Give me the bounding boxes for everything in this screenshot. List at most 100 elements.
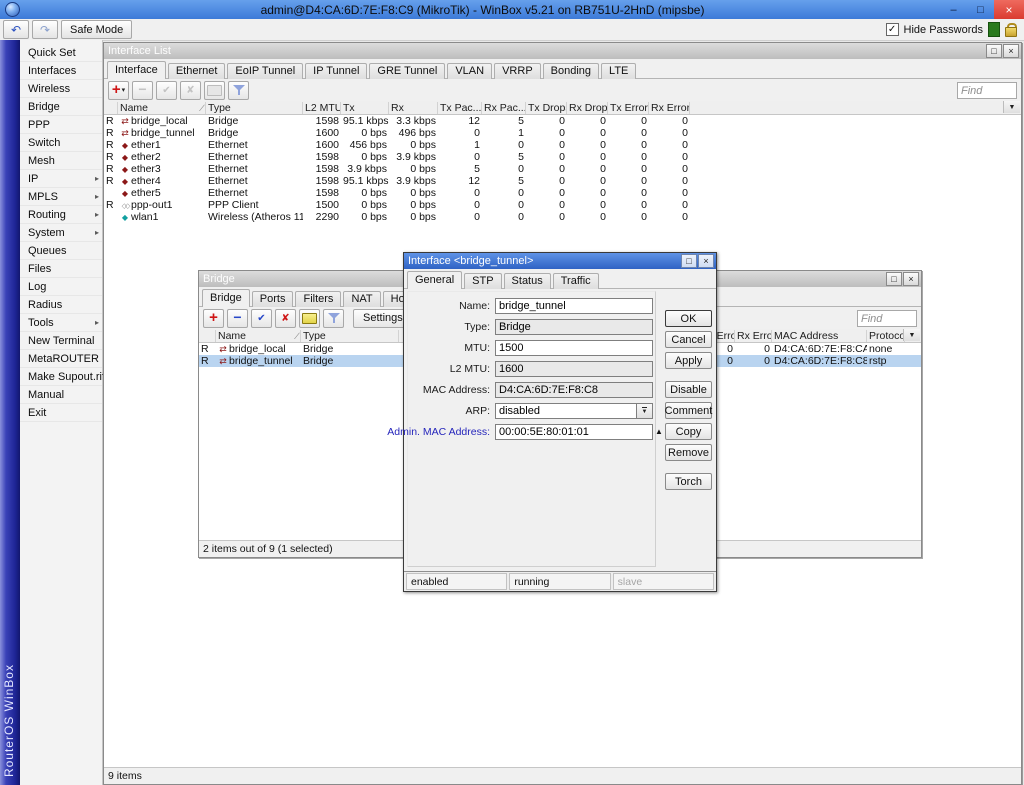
field-input[interactable]: [496, 299, 636, 313]
sidebar-item-make-supout[interactable]: Make Supout.rif: [20, 368, 102, 386]
filter-button[interactable]: [323, 309, 344, 328]
table-row[interactable]: wlan1 Wireless (Atheros 11N) 2290 0 bps …: [104, 211, 1021, 223]
column-flag[interactable]: [199, 330, 216, 342]
comment-button[interactable]: Comment: [665, 402, 712, 419]
column-rx-drops[interactable]: Rx Drops: [567, 102, 608, 114]
find-input[interactable]: [857, 310, 917, 327]
filter-button[interactable]: [228, 81, 249, 100]
table-row[interactable]: R ether1 Ethernet 1600 456 bps 0 bps 1 0…: [104, 139, 1021, 151]
sidebar-item-new-terminal[interactable]: New Terminal: [20, 332, 102, 350]
disable-button[interactable]: [180, 81, 201, 100]
sidebar-item-files[interactable]: Files: [20, 260, 102, 278]
enable-button[interactable]: [251, 309, 272, 328]
tab-bonding[interactable]: Bonding: [543, 63, 599, 79]
restore-icon[interactable]: □: [681, 254, 697, 268]
table-row[interactable]: ether5 Ethernet 1598 0 bps 0 bps 0 0 0 0…: [104, 187, 1021, 199]
collapse-up-arrow-icon[interactable]: [653, 427, 665, 436]
add-button[interactable]: [203, 309, 224, 328]
tab-vrrp[interactable]: VRRP: [494, 63, 541, 79]
tab-ip-tunnel[interactable]: IP Tunnel: [305, 63, 367, 79]
column-name[interactable]: Name: [216, 330, 301, 342]
cancel-button[interactable]: Cancel: [665, 331, 712, 348]
column-name[interactable]: Name: [118, 102, 206, 114]
tab-lte[interactable]: LTE: [601, 63, 636, 79]
sidebar-item-mesh[interactable]: Mesh: [20, 152, 102, 170]
field-input[interactable]: [496, 341, 636, 355]
sidebar-item-radius[interactable]: Radius: [20, 296, 102, 314]
tab-filters[interactable]: Filters: [295, 291, 341, 307]
comment-button[interactable]: [204, 81, 225, 100]
sidebar-item-ppp[interactable]: PPP: [20, 116, 102, 134]
sidebar-item-ip[interactable]: IP: [20, 170, 102, 188]
add-button[interactable]: [108, 81, 129, 100]
tab-stp[interactable]: STP: [464, 273, 501, 289]
tab-nat[interactable]: NAT: [343, 291, 380, 307]
tab-eoip-tunnel[interactable]: EoIP Tunnel: [227, 63, 303, 79]
sidebar-item-interfaces[interactable]: Interfaces: [20, 62, 102, 80]
close-icon[interactable]: ×: [1003, 44, 1019, 58]
close-icon[interactable]: ×: [903, 272, 919, 286]
column-mac-address[interactable]: MAC Address: [772, 330, 867, 342]
tab-ports[interactable]: Ports: [252, 291, 294, 307]
redo-button[interactable]: ↷: [32, 20, 58, 39]
column-tx-errors[interactable]: Tx Errors: [608, 102, 649, 114]
sidebar-item-bridge[interactable]: Bridge: [20, 98, 102, 116]
find-input[interactable]: [957, 82, 1017, 99]
close-icon[interactable]: ×: [994, 0, 1024, 19]
hide-passwords-checkbox[interactable]: [886, 23, 899, 36]
table-row[interactable]: R bridge_tunnel Bridge 1600 0 bps 496 bp…: [104, 127, 1021, 139]
column-l2mtu[interactable]: L2 MTU: [303, 102, 341, 114]
tab-bridge[interactable]: Bridge: [202, 289, 250, 307]
column-protocol[interactable]: Protoco...: [867, 330, 905, 342]
table-row[interactable]: R ether4 Ethernet 1598 95.1 kbps 3.9 kbp…: [104, 175, 1021, 187]
table-row[interactable]: R ether3 Ethernet 1598 3.9 kbps 0 bps 5 …: [104, 163, 1021, 175]
remove-button[interactable]: [132, 81, 153, 100]
main-titlebar[interactable]: admin@D4:CA:6D:7E:F8:C9 (MikroTik) - Win…: [0, 0, 1024, 19]
apply-button[interactable]: Apply: [665, 352, 712, 369]
field-input[interactable]: [496, 320, 636, 334]
column-type[interactable]: Type: [206, 102, 303, 114]
restore-icon[interactable]: □: [886, 272, 902, 286]
sidebar-item-system[interactable]: System: [20, 224, 102, 242]
field-input[interactable]: [496, 383, 636, 397]
comment-button[interactable]: [299, 309, 320, 328]
sidebar-item-exit[interactable]: Exit: [20, 404, 102, 422]
tab-traffic[interactable]: Traffic: [553, 273, 599, 289]
enable-button[interactable]: [156, 81, 177, 100]
disable-button[interactable]: [275, 309, 296, 328]
restore-icon[interactable]: □: [986, 44, 1002, 58]
column-flag[interactable]: [104, 102, 118, 114]
column-type[interactable]: Type: [301, 330, 399, 342]
copy-button[interactable]: Copy: [665, 423, 712, 440]
restore-icon[interactable]: □: [967, 0, 994, 19]
column-rx-errors[interactable]: Rx Errors: [735, 330, 772, 342]
column-selector-button[interactable]: [1003, 101, 1020, 113]
table-row[interactable]: R bridge_local Bridge 1598 95.1 kbps 3.3…: [104, 115, 1021, 127]
column-tx-packets[interactable]: Tx Pac...: [438, 102, 482, 114]
sidebar-item-metarouter[interactable]: MetaROUTER: [20, 350, 102, 368]
column-tx-drops[interactable]: Tx Drops: [526, 102, 567, 114]
sidebar-item-tools[interactable]: Tools: [20, 314, 102, 332]
close-icon[interactable]: ×: [698, 254, 714, 268]
column-rx-errors[interactable]: Rx Errors: [649, 102, 690, 114]
field-input[interactable]: [496, 404, 636, 418]
tab-ethernet[interactable]: Ethernet: [168, 63, 226, 79]
tab-interface[interactable]: Interface: [107, 61, 166, 79]
ok-button[interactable]: OK: [665, 310, 712, 327]
tab-general[interactable]: General: [407, 271, 462, 289]
dropdown-button[interactable]: [636, 404, 652, 418]
sidebar-item-queues[interactable]: Queues: [20, 242, 102, 260]
sidebar-item-mpls[interactable]: MPLS: [20, 188, 102, 206]
safe-mode-button[interactable]: Safe Mode: [61, 20, 132, 39]
sidebar-item-routing[interactable]: Routing: [20, 206, 102, 224]
sidebar-item-quick-set[interactable]: Quick Set: [20, 44, 102, 62]
column-rx[interactable]: Rx: [389, 102, 438, 114]
remove-button[interactable]: [227, 309, 248, 328]
column-selector-button[interactable]: [903, 329, 920, 341]
field-input[interactable]: [496, 362, 636, 376]
minimize-icon[interactable]: –: [940, 0, 967, 19]
interface-list-titlebar[interactable]: Interface List □ ×: [104, 43, 1021, 59]
sidebar-item-wireless[interactable]: Wireless: [20, 80, 102, 98]
table-row[interactable]: R ether2 Ethernet 1598 0 bps 3.9 kbps 0 …: [104, 151, 1021, 163]
table-row[interactable]: R ppp-out1 PPP Client 1500 0 bps 0 bps 0…: [104, 199, 1021, 211]
